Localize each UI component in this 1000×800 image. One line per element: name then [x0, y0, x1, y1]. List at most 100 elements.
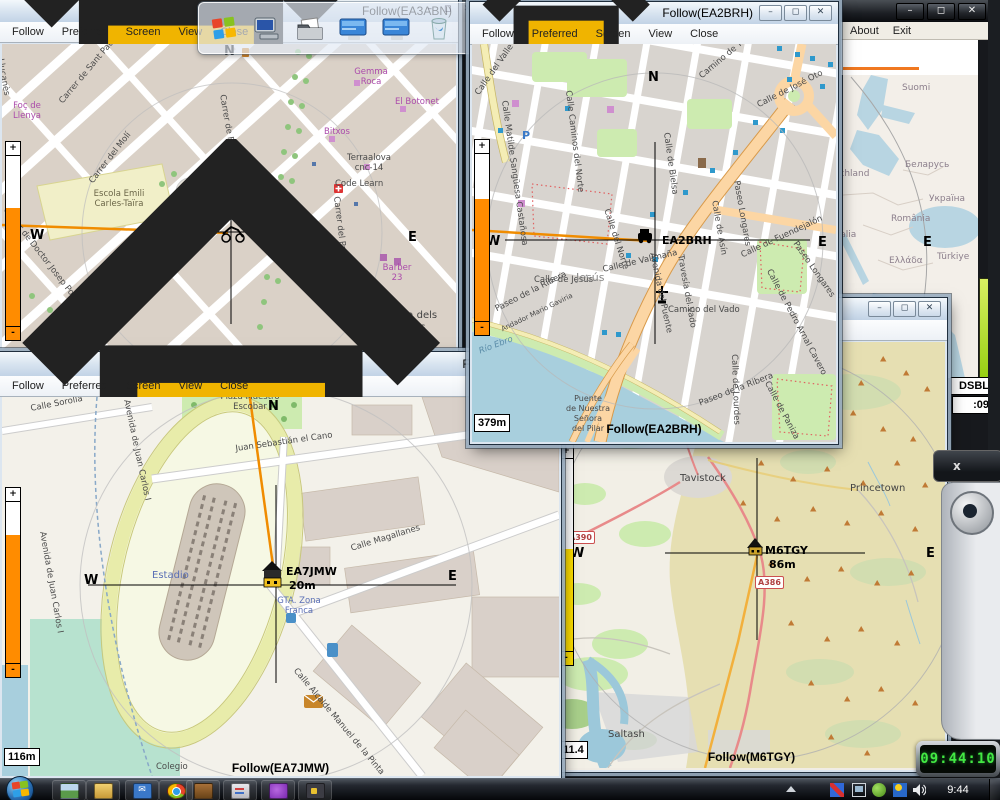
country-label: România — [891, 214, 930, 224]
country-label: Deutschland — [843, 169, 869, 179]
taskbar-app-mail[interactable]: ✉ — [125, 780, 159, 800]
ghost-window-controls[interactable]: –◻✕ — [427, 4, 471, 14]
volume-knob-gadget[interactable] — [941, 482, 1000, 740]
altitude-label: 86m — [769, 558, 796, 571]
remote-app-icon[interactable] — [338, 13, 368, 43]
taskbar-app-8[interactable] — [298, 780, 332, 800]
menu-close[interactable]: Close — [690, 28, 718, 40]
taskbar-app-7[interactable] — [261, 780, 295, 800]
zoom-fill[interactable] — [6, 535, 20, 663]
tray-aprs-icon[interactable] — [830, 783, 844, 797]
window-follow-ea2brh[interactable]: Follow(EA2BRH) – ◻ ✕ Follow Preferred Sc… — [470, 2, 838, 444]
digital-clock-gadget[interactable]: 09:44:10 — [916, 741, 1000, 777]
menu-screen[interactable]: Screen — [596, 28, 631, 40]
compass-east: E — [926, 546, 935, 561]
taskbar-app-5[interactable] — [186, 780, 220, 800]
maximize-button[interactable]: ◻ — [784, 5, 807, 21]
compass-north: N — [268, 399, 279, 414]
place-label: GTA. Zona Franca — [272, 597, 326, 617]
taskbar-app-photo-viewer[interactable] — [52, 780, 86, 800]
menu-follow[interactable]: Follow — [12, 380, 44, 392]
titlebar-ea2brh[interactable]: Follow(EA2BRH) – ◻ ✕ — [470, 2, 838, 24]
main-close-button[interactable]: ✕ — [958, 3, 986, 20]
country-label: Türkiye — [937, 252, 969, 262]
zoom-out-button[interactable]: - — [6, 663, 20, 677]
map-caption: Follow(EA7JMW) — [2, 761, 559, 775]
show-desktop-button[interactable] — [989, 779, 1000, 800]
remote-app-icon[interactable] — [381, 13, 411, 43]
menu-follow[interactable]: Follow — [482, 28, 514, 40]
menu-close[interactable]: Close — [220, 380, 248, 392]
zoom-out-button[interactable]: - — [559, 651, 573, 665]
menu-view[interactable]: View — [179, 380, 203, 392]
volume-knob[interactable] — [950, 491, 994, 535]
road-ref-badge: A386 — [755, 576, 784, 589]
maximize-button[interactable]: ◻ — [893, 301, 916, 317]
town-label: Saltash — [608, 729, 645, 741]
gadget-close-bar[interactable]: x — [933, 450, 1000, 482]
zoom-in-button[interactable]: + — [475, 140, 489, 154]
taskbar-app-6[interactable] — [223, 780, 257, 800]
close-button[interactable]: ✕ — [918, 301, 941, 317]
menu-preferred[interactable]: Preferred — [62, 26, 108, 38]
menu-preferred[interactable]: Preferred — [62, 380, 108, 392]
taskbar-clock[interactable]: 9:44 — [936, 779, 980, 800]
zoom-in-button[interactable]: + — [559, 445, 573, 459]
compass-east: E — [448, 569, 457, 584]
tray-green-icon[interactable] — [872, 783, 886, 797]
start-button[interactable] — [6, 776, 34, 800]
main-menubar: About Exit — [841, 22, 995, 40]
zoom-track[interactable] — [559, 459, 573, 549]
windows-logo-icon[interactable] — [209, 13, 239, 43]
zoom-slider[interactable]: + - — [474, 139, 490, 336]
bridge-label: de Nuestra — [560, 404, 616, 413]
minimize-button[interactable]: – — [759, 5, 782, 21]
country-label: Suomi — [902, 83, 930, 93]
menu-about[interactable]: About — [850, 25, 879, 37]
map-caption: Follow(EA2BRH) — [472, 422, 836, 436]
map-canvas-ea7jmw[interactable]: Calle Sorolla Plaza Maestro Escobar Juan… — [2, 397, 559, 776]
tray-weather-icon[interactable] — [893, 783, 907, 797]
compass-north: N — [648, 70, 659, 85]
zoom-in-button[interactable]: + — [6, 488, 20, 502]
place-label: Plaza Maestro Escobar — [208, 397, 292, 413]
zoom-track[interactable] — [475, 154, 489, 199]
main-minimize-button[interactable]: – — [896, 3, 924, 20]
menu-preferred[interactable]: Preferred — [532, 28, 578, 40]
documents-folder-icon[interactable] — [295, 13, 325, 43]
menu-screen[interactable]: Screen — [126, 380, 161, 392]
zoom-fill[interactable] — [475, 199, 489, 321]
country-label: Україна — [929, 194, 965, 204]
menu-follow[interactable]: Follow — [12, 26, 44, 38]
close-button[interactable]: ✕ — [809, 5, 832, 21]
zoom-slider[interactable]: + - — [5, 487, 21, 678]
town-label: Princetown — [850, 483, 905, 495]
callsign-label: EA2BRH — [662, 234, 712, 247]
menu-exit[interactable]: Exit — [893, 25, 911, 37]
hidden-icons-arrow[interactable] — [786, 786, 796, 792]
main-maximize-button[interactable]: ◻ — [927, 3, 955, 20]
zoom-fill[interactable] — [559, 549, 573, 651]
callsign-label: EA7JMW — [286, 565, 337, 578]
poi-label: El Botonet — [395, 98, 439, 108]
recycle-bin-icon[interactable] — [424, 13, 454, 43]
tray-volume-icon[interactable] — [912, 783, 926, 797]
bridge-label: Puente — [560, 394, 616, 403]
taskbar-app-explorer[interactable] — [86, 780, 120, 800]
taskbar: ✉ 9:44 — [0, 778, 1000, 800]
zoom-out-button[interactable]: - — [475, 321, 489, 335]
status-dsbl: DSBL — [950, 377, 992, 395]
zoom-track[interactable] — [6, 502, 20, 535]
parking-label: P — [522, 130, 530, 143]
poi-label: Bitxos — [324, 128, 350, 138]
menu-view[interactable]: View — [649, 28, 673, 40]
menu-screen[interactable]: Screen — [126, 26, 161, 38]
track-line-fragment — [843, 67, 919, 70]
minimize-button[interactable]: – — [868, 301, 891, 317]
gadget-close-button[interactable]: x — [953, 459, 961, 473]
window-title: Follow(EA2BRH) — [662, 2, 753, 24]
my-computer-icon[interactable] — [252, 13, 282, 43]
country-label: Italia — [843, 230, 856, 240]
tray-network-icon[interactable] — [852, 783, 866, 797]
map-canvas-ea2brh[interactable]: Calle del Valle de Zuriza Calle Matilde … — [472, 44, 836, 442]
